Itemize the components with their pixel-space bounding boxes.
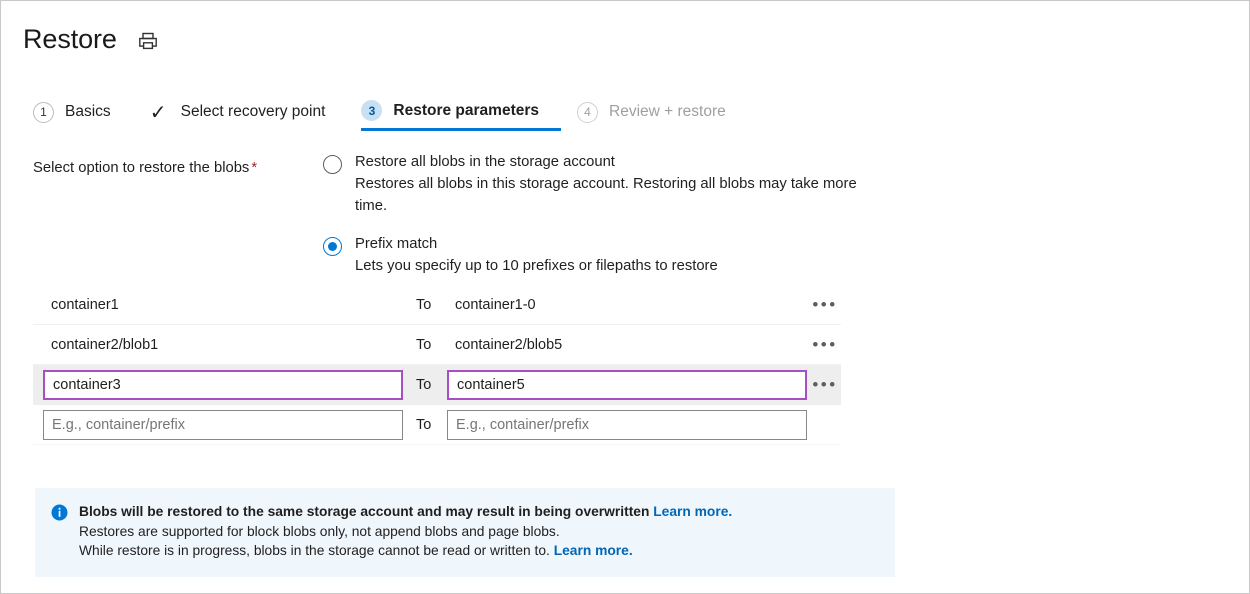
prefix-destination-cell: [447, 370, 809, 400]
info-banner-line-3-text: While restore is in progress, blobs in t…: [79, 543, 554, 558]
restore-wizard-page: Restore 1 Basics ✓ Select recovery point…: [0, 0, 1250, 594]
more-options-icon[interactable]: •••: [812, 380, 837, 390]
step-label-review-restore: Review + restore: [609, 103, 726, 121]
radio-option-prefix-match-text: Prefix match Lets you specify up to 10 p…: [355, 233, 718, 277]
more-options-icon[interactable]: •••: [812, 300, 837, 310]
step-marker-1: 1: [33, 102, 54, 123]
step-marker-3: 3: [361, 100, 382, 121]
prefix-destination-input[interactable]: [447, 370, 807, 400]
step-label-basics: Basics: [65, 103, 111, 121]
prefix-source-cell: container2/blob1: [43, 337, 405, 353]
prefix-destination-value: container2/blob5: [447, 337, 809, 353]
prefix-source-cell: [43, 410, 405, 440]
more-options-icon[interactable]: •••: [812, 340, 837, 350]
radio-button-restore-all[interactable]: [323, 155, 342, 174]
page-header: Restore: [1, 1, 1249, 63]
info-banner-line-2: Restores are supported for block blobs o…: [79, 522, 732, 542]
prefix-source-value: container1: [43, 297, 405, 313]
radio-button-prefix-match[interactable]: [323, 237, 342, 256]
info-banner-line-3: While restore is in progress, blobs in t…: [79, 541, 732, 561]
row-menu-cell: •••: [809, 365, 841, 405]
checkmark-icon: ✓: [147, 102, 170, 123]
prefix-source-input[interactable]: [43, 370, 403, 400]
radio-option-restore-all[interactable]: Restore all blobs in the storage account…: [323, 151, 1249, 217]
prefix-destination-cell: container2/blob5: [447, 337, 809, 353]
table-row: container1 To container1-0 •••: [33, 285, 841, 325]
info-icon: [51, 504, 68, 521]
step-basics[interactable]: 1 Basics: [33, 93, 125, 131]
prefix-source-cell: container1: [43, 297, 405, 313]
step-marker-4: 4: [577, 102, 598, 123]
prefix-destination-input-empty[interactable]: [447, 410, 807, 440]
learn-more-link-1[interactable]: Learn more.: [653, 504, 732, 519]
page-title: Restore: [23, 22, 117, 56]
radio-option-prefix-match-title: Prefix match: [355, 233, 718, 255]
to-label: To: [405, 337, 447, 353]
to-label: To: [405, 417, 447, 433]
table-row: To •••: [33, 365, 841, 405]
step-label-restore-parameters: Restore parameters: [393, 102, 539, 120]
prefix-destination-cell: container1-0: [447, 297, 809, 313]
step-label-select-recovery-point: Select recovery point: [181, 103, 326, 121]
radio-option-prefix-match-description: Lets you specify up to 10 prefixes or fi…: [355, 255, 718, 277]
wizard-steps: 1 Basics ✓ Select recovery point 3 Resto…: [1, 93, 1249, 133]
to-label: To: [405, 297, 447, 313]
prefix-source-input-empty[interactable]: [43, 410, 403, 440]
radio-option-restore-all-description: Restores all blobs in this storage accou…: [355, 173, 865, 217]
prefix-destination-value: container1-0: [447, 297, 809, 313]
restore-option-label-text: Select option to restore the blobs: [33, 160, 249, 176]
row-menu-cell: [809, 405, 841, 445]
info-banner-line-1-text: Blobs will be restored to the same stora…: [79, 504, 653, 519]
to-label: To: [405, 377, 447, 393]
prefix-destination-cell: [447, 410, 809, 440]
info-banner-text: Blobs will be restored to the same stora…: [79, 502, 732, 561]
table-row: To: [33, 405, 841, 445]
step-select-recovery-point[interactable]: ✓ Select recovery point: [147, 93, 340, 131]
prefix-source-cell: [43, 370, 405, 400]
step-review-restore[interactable]: 4 Review + restore: [577, 93, 740, 131]
learn-more-link-2[interactable]: Learn more.: [554, 543, 633, 558]
restore-option-label: Select option to restore the blobs*: [33, 151, 323, 178]
radio-option-restore-all-title: Restore all blobs in the storage account: [355, 151, 865, 173]
required-asterisk: *: [251, 160, 257, 176]
radio-option-prefix-match[interactable]: Prefix match Lets you specify up to 10 p…: [323, 233, 1249, 277]
prefix-match-table: container1 To container1-0 ••• container…: [33, 285, 841, 445]
row-menu-cell: •••: [809, 285, 841, 325]
info-banner-line-1: Blobs will be restored to the same stora…: [79, 502, 732, 522]
restore-option-field: Select option to restore the blobs* Rest…: [1, 151, 1249, 277]
step-restore-parameters[interactable]: 3 Restore parameters: [361, 93, 561, 131]
prefix-source-value: container2/blob1: [43, 337, 405, 353]
restore-option-list: Restore all blobs in the storage account…: [323, 151, 1249, 277]
row-menu-cell: •••: [809, 325, 841, 365]
radio-option-restore-all-text: Restore all blobs in the storage account…: [355, 151, 865, 217]
printer-icon[interactable]: [135, 28, 161, 54]
table-row: container2/blob1 To container2/blob5 •••: [33, 325, 841, 365]
info-banner: Blobs will be restored to the same stora…: [35, 488, 895, 577]
